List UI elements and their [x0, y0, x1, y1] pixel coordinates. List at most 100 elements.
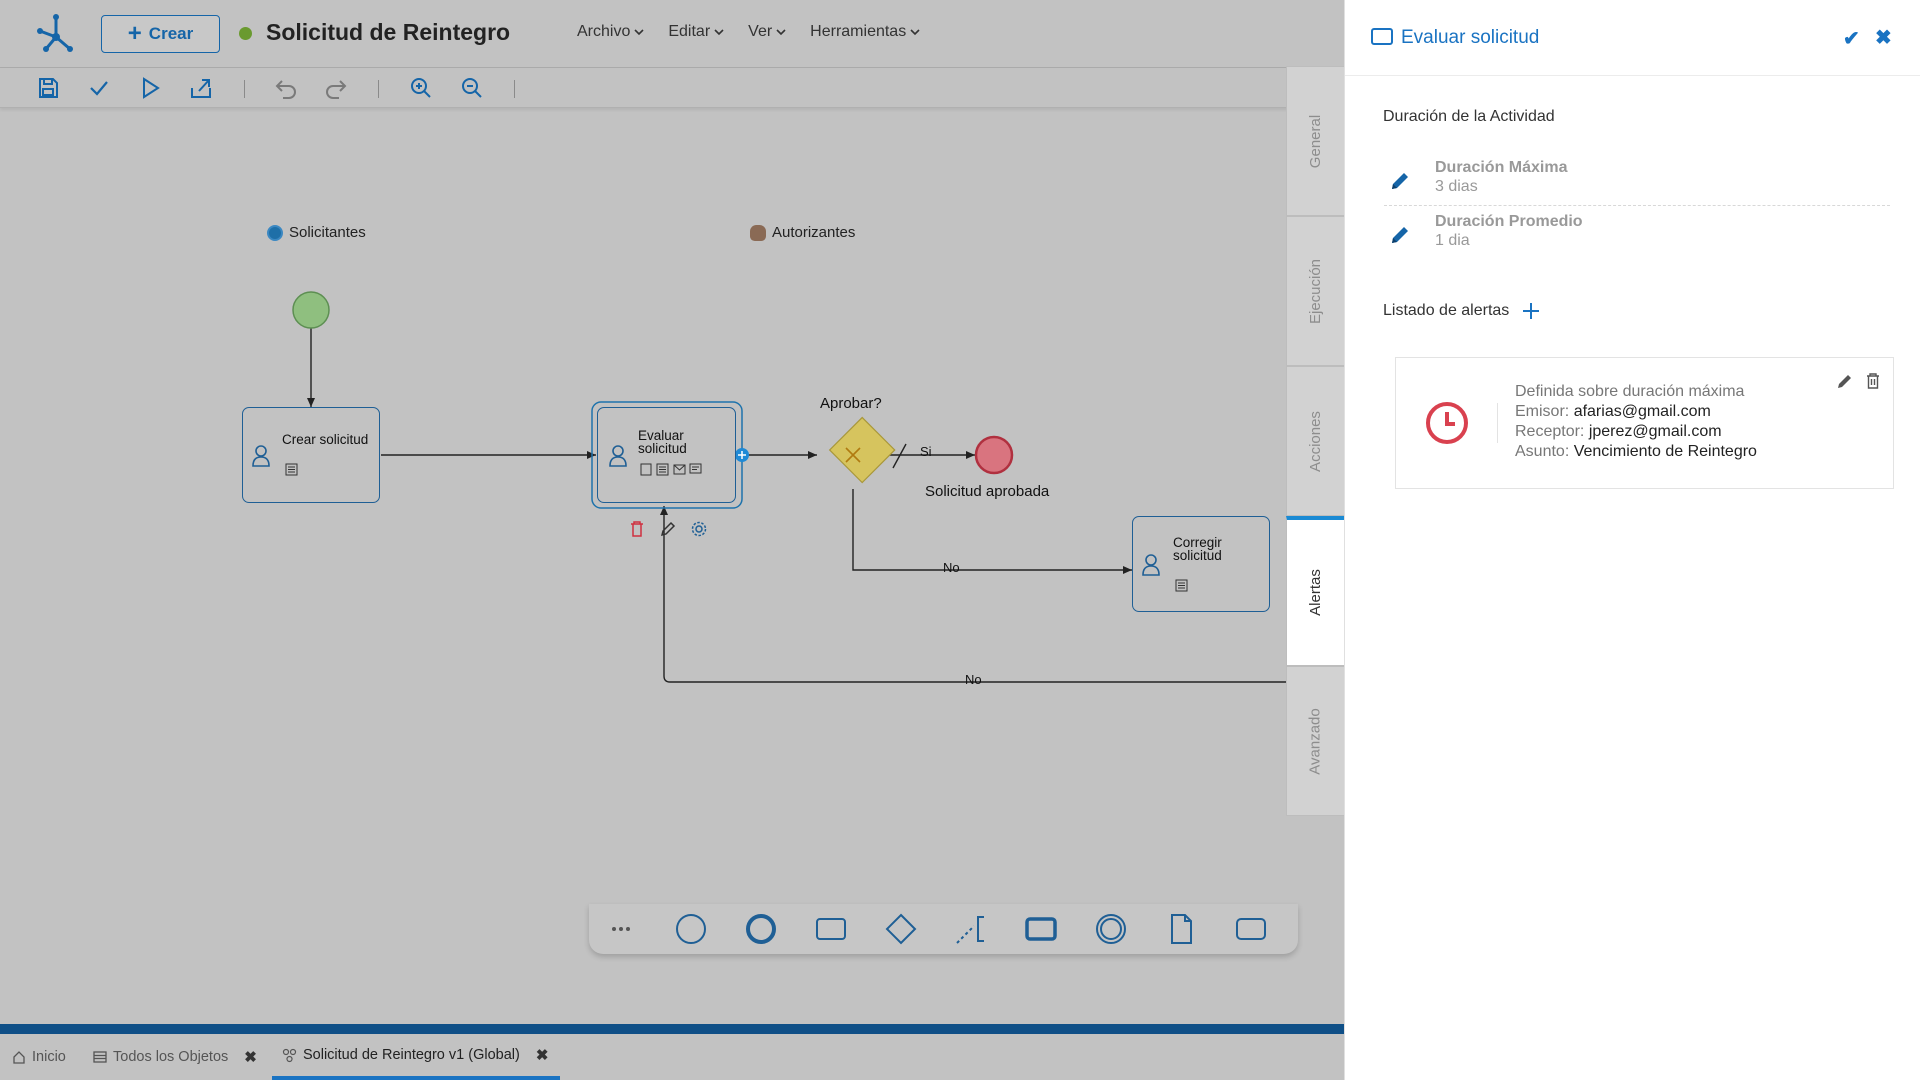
edit-pencil-icon[interactable] [1389, 170, 1411, 192]
chevron-down-icon [714, 29, 724, 36]
panel-title: Evaluar solicitud [1401, 27, 1540, 48]
annotation-tool-icon[interactable] [954, 912, 988, 946]
form-icon [285, 463, 298, 476]
status-indicator [239, 27, 252, 40]
close-icon[interactable]: ✖ [1875, 25, 1892, 50]
alert-sender-label: Emisor: [1515, 403, 1570, 420]
play-icon[interactable] [138, 76, 162, 100]
confirm-icon[interactable]: ✔ [1843, 26, 1860, 51]
delete-alert-icon[interactable] [1864, 372, 1882, 390]
data-object-tool-icon[interactable] [1164, 912, 1198, 946]
lane-label-text: Autorizantes [772, 224, 856, 241]
close-tab-icon[interactable]: ✖ [244, 1048, 257, 1066]
tab-ejecucion[interactable]: Ejecución [1286, 216, 1344, 366]
lane-autorizantes[interactable]: Autorizantes [750, 224, 855, 241]
tab-label: Solicitud de Reintegro v1 (Global) [303, 1047, 520, 1063]
tab-label: Todos los Objetos [113, 1049, 229, 1065]
plus-icon: + [127, 20, 142, 47]
edit-icon[interactable] [659, 520, 677, 538]
side-tab-label: Acciones [1307, 410, 1324, 472]
tab-alertas[interactable]: Alertas [1286, 516, 1344, 666]
bottom-tab-bar: Inicio Todos los Objetos ✖ Solicitud de … [0, 1034, 1344, 1080]
tab-inicio[interactable]: Inicio [12, 1034, 66, 1080]
user-group-icon [267, 224, 283, 241]
edit-pencil-icon[interactable] [1389, 224, 1411, 246]
menu-label: Herramientas [810, 23, 907, 40]
end-event-tool-icon[interactable] [744, 912, 778, 946]
intermediate-event-tool-icon[interactable] [1094, 912, 1128, 946]
alert-receiver-label: Receptor: [1515, 423, 1585, 440]
start-event-tool-icon[interactable] [674, 912, 708, 946]
flow-label-si: Si [920, 444, 932, 459]
menu-herramientas[interactable]: Herramientas [810, 23, 920, 41]
save-icon[interactable] [36, 76, 60, 100]
menu-editar[interactable]: Editar [668, 23, 724, 41]
task-properties-icons [640, 463, 702, 476]
flow-gateway-corregir[interactable] [852, 489, 1132, 574]
alert-card[interactable]: Definida sobre duración máxima Emisor: a… [1395, 357, 1894, 489]
toolbar-separator [514, 80, 515, 98]
exclusive-gateway[interactable] [828, 416, 896, 484]
diagram-canvas[interactable]: Solicitantes Autorizantes Crear solicitu… [0, 108, 1344, 1024]
tab-label: Inicio [32, 1049, 66, 1065]
lane-tool-icon[interactable] [1234, 912, 1268, 946]
task-evaluar-solicitud[interactable]: Evaluar solicitud [597, 407, 736, 503]
user-task-icon [609, 445, 627, 467]
form-icon [1175, 579, 1188, 592]
close-tab-icon[interactable]: ✖ [536, 1046, 549, 1064]
redo-icon[interactable] [324, 76, 348, 100]
end-event-label: Solicitud aprobada [925, 483, 1050, 500]
side-tab-label: Ejecución [1307, 258, 1325, 324]
add-alert-icon[interactable] [1522, 302, 1540, 320]
tab-solicitud-de-reintegro[interactable]: Solicitud de Reintegro v1 (Global) ✖ [272, 1034, 560, 1080]
alert-sender: afarias@gmail.com [1573, 403, 1711, 420]
user-task-icon [252, 445, 270, 467]
task-corregir-solicitud[interactable]: Corregir solicitud [1132, 516, 1270, 612]
menu-label: Editar [668, 23, 711, 40]
create-button[interactable]: + Crear [101, 15, 220, 53]
end-event[interactable] [974, 435, 1014, 475]
tab-acciones[interactable]: Acciones [1286, 366, 1344, 516]
undo-icon[interactable] [274, 76, 298, 100]
alert-definition: Definida sobre duración máxima [1515, 383, 1745, 400]
status-bar [0, 1024, 1344, 1034]
more-options-icon[interactable] [604, 912, 638, 946]
settings-gear-icon[interactable] [690, 520, 708, 538]
app-logo-icon[interactable] [36, 13, 76, 53]
clock-icon [1426, 402, 1468, 444]
menu-label: Archivo [577, 23, 631, 40]
lane-solicitantes[interactable]: Solicitantes [267, 224, 366, 241]
menu-archivo[interactable]: Archivo [577, 23, 644, 41]
subprocess-tool-icon[interactable] [1024, 912, 1058, 946]
max-duration-row[interactable]: Duración Máxima 3 dias [1384, 156, 1890, 206]
alert-separator [1497, 403, 1498, 443]
property-side-tabs: General Ejecución Acciones Alertas Avanz… [1286, 66, 1344, 816]
shape-palette [589, 904, 1298, 954]
tab-general[interactable]: General [1286, 66, 1344, 216]
check-icon[interactable] [87, 76, 111, 100]
zoom-out-icon[interactable] [460, 76, 484, 100]
flow-label-no: No [965, 672, 982, 687]
tab-todos-los-objetos[interactable]: Todos los Objetos ✖ [93, 1034, 257, 1080]
task-tool-icon[interactable] [814, 912, 848, 946]
task-crear-solicitud[interactable]: Crear solicitud [242, 407, 380, 503]
edit-alert-icon[interactable] [1836, 372, 1854, 390]
alert-subject-row: Asunto: Vencimiento de Reintegro [1515, 442, 1757, 462]
chevron-down-icon [776, 29, 786, 36]
flow-label-no: No [943, 560, 960, 575]
toolbar-separator [378, 80, 379, 98]
gateway-tool-icon[interactable] [884, 912, 918, 946]
tab-avanzado[interactable]: Avanzado [1286, 666, 1344, 816]
export-icon[interactable] [189, 76, 213, 100]
delete-icon[interactable] [628, 520, 646, 538]
menu-ver[interactable]: Ver [748, 23, 786, 41]
alert-receiver-row: Receptor: jperez@gmail.com [1515, 422, 1757, 442]
task-name-line2: solicitud [1173, 548, 1222, 563]
avg-duration-row[interactable]: Duración Promedio 1 dia [1384, 210, 1890, 260]
zoom-in-icon[interactable] [409, 76, 433, 100]
process-icon [282, 1048, 297, 1062]
start-event[interactable] [292, 291, 330, 329]
alert-details: Definida sobre duración máxima Emisor: a… [1515, 382, 1757, 462]
create-button-label: Crear [148, 24, 194, 43]
alert-subject-label: Asunto: [1515, 443, 1570, 460]
